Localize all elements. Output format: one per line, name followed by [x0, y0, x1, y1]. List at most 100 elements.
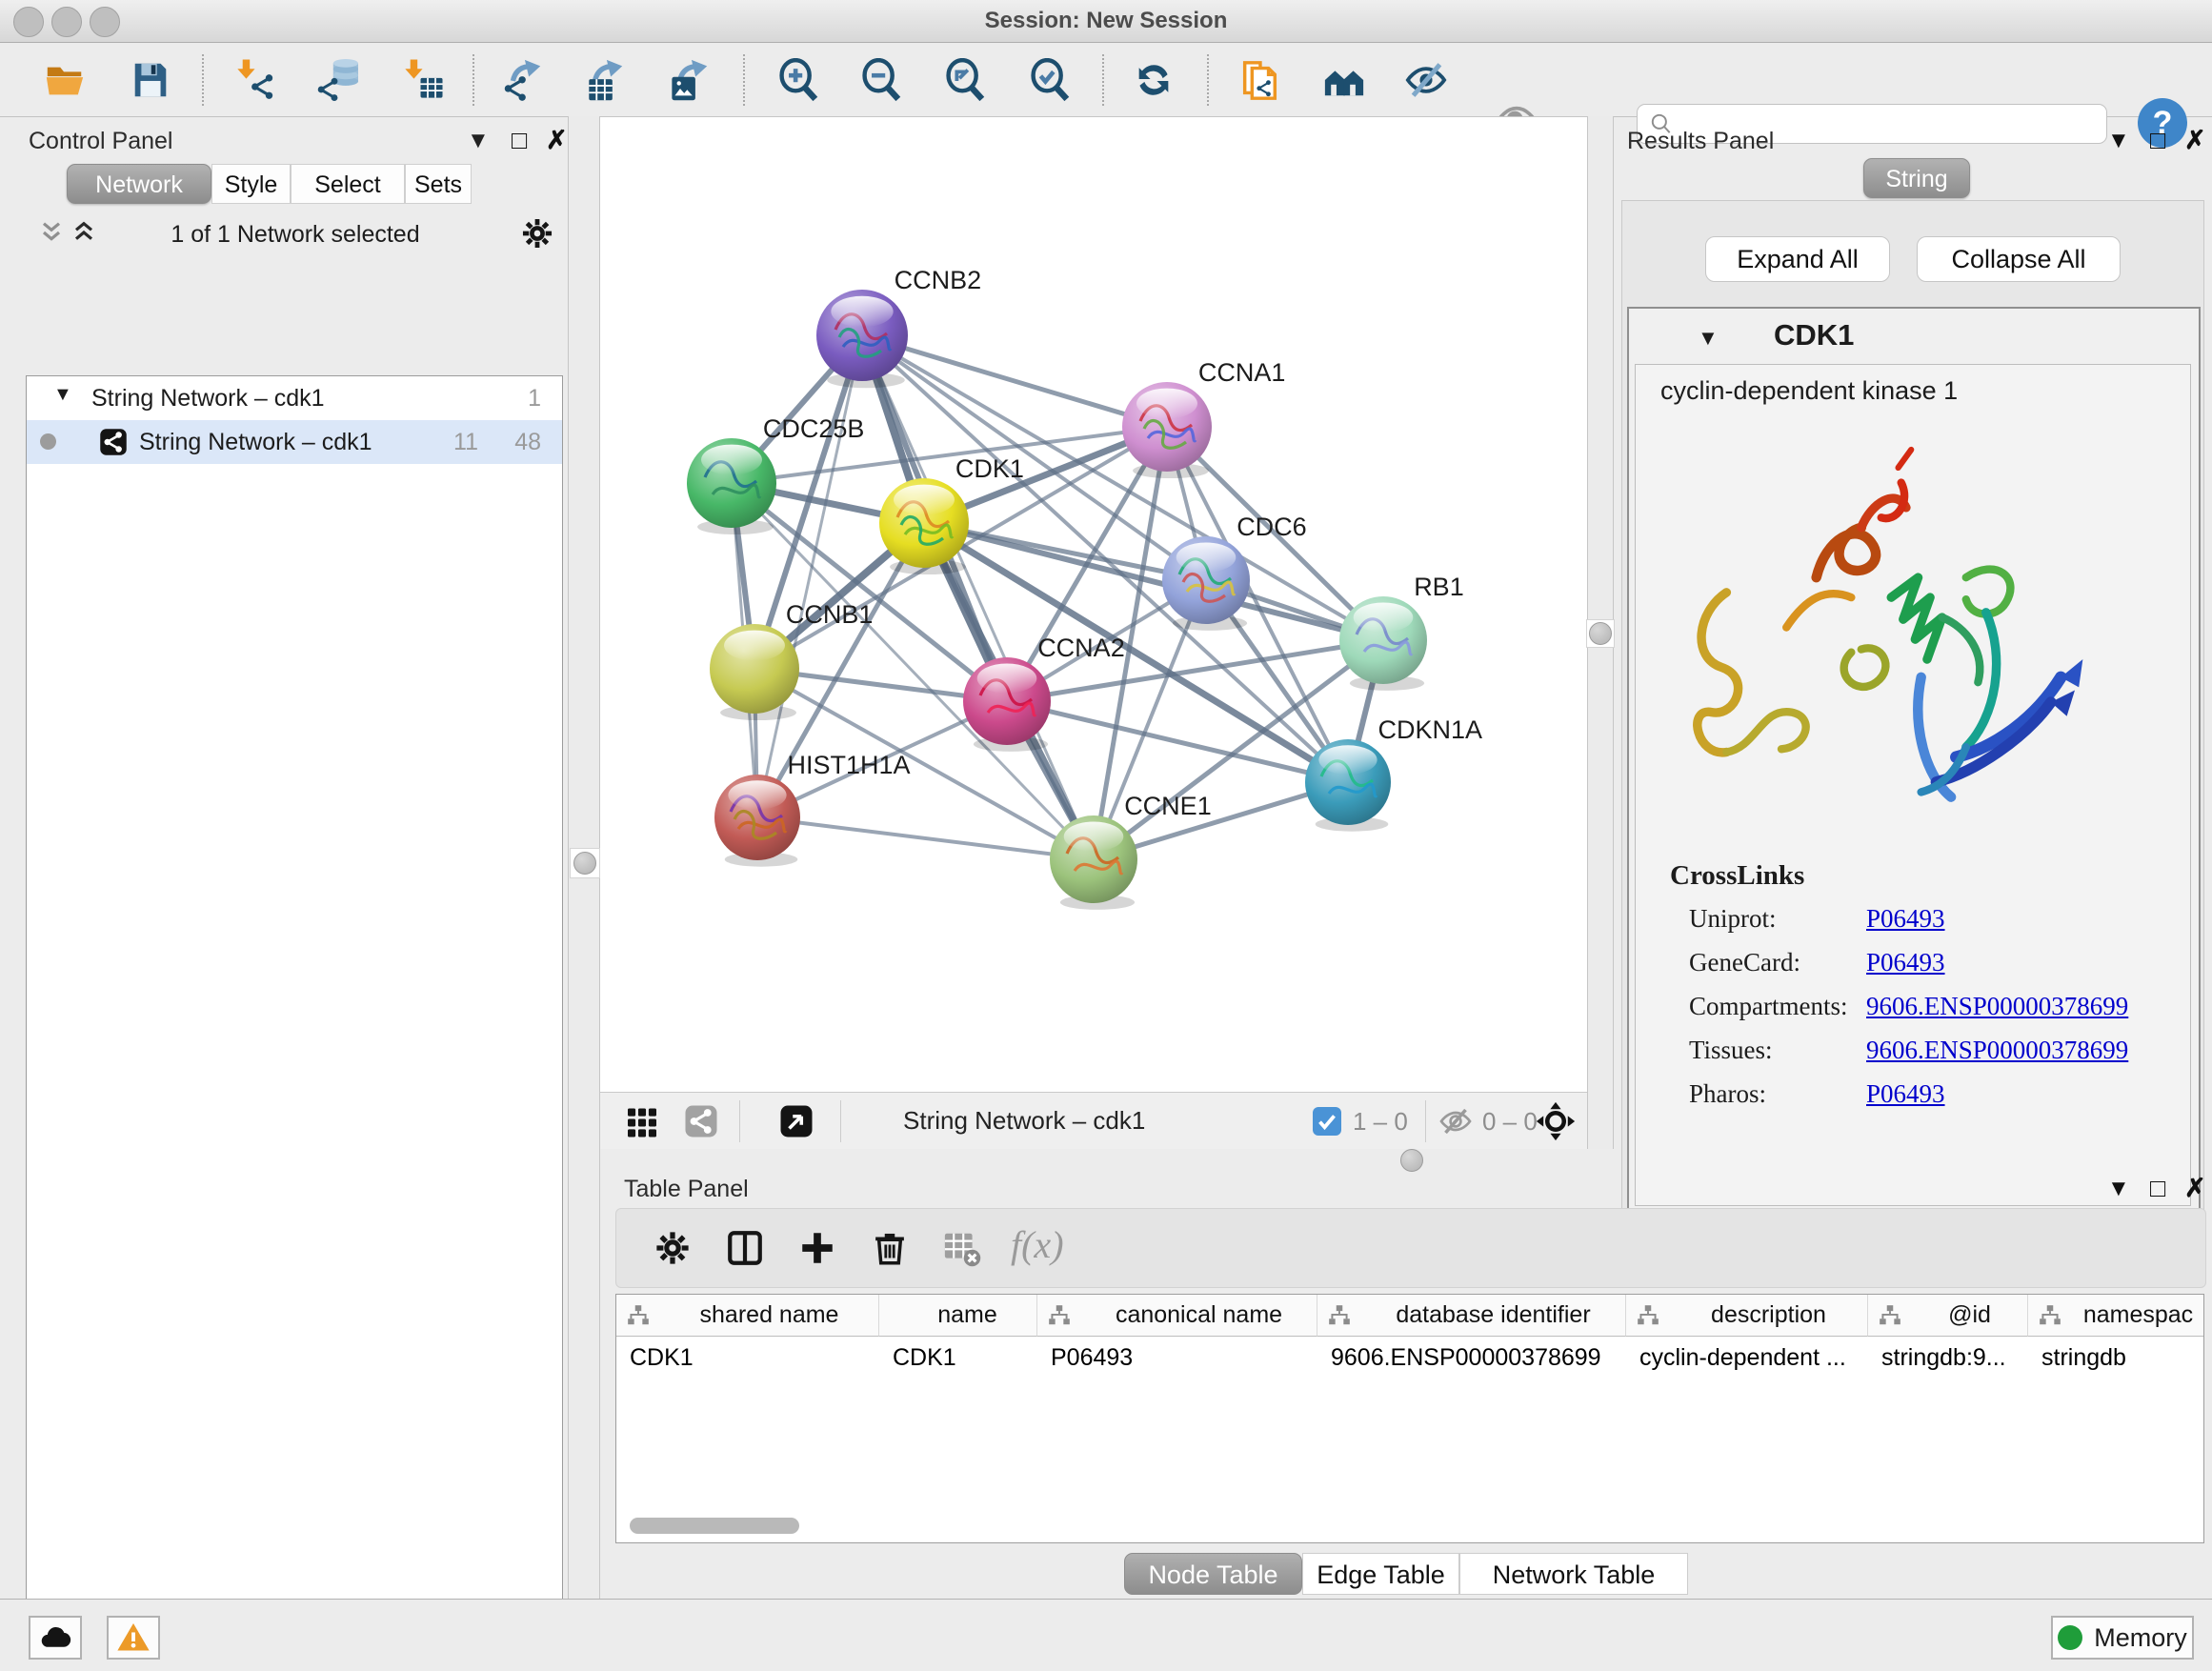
tab-network[interactable]: Network	[67, 164, 211, 204]
crosslink-link[interactable]: 9606.ENSP00000378699	[1866, 992, 2128, 1021]
tab-style[interactable]: Style	[211, 164, 291, 204]
right-splitter-handle[interactable]	[1589, 622, 1612, 645]
crosslink-link[interactable]: P06493	[1866, 948, 1945, 977]
copy-network-button[interactable]	[1236, 56, 1283, 104]
zoom-selected-icon	[1028, 58, 1072, 102]
close-panel-icon[interactable]: ✗	[546, 126, 568, 155]
close-panel-icon[interactable]: ✗	[2184, 126, 2206, 155]
tab-network-table[interactable]: Network Table	[1459, 1553, 1688, 1595]
network-canvas[interactable]: CCNB2CCNA1CDC25BCDK1CDC6RB1CCNB1CCNA2CDK…	[600, 116, 1587, 1093]
memory-button[interactable]: Memory	[2051, 1616, 2194, 1660]
export-network-button[interactable]	[499, 56, 547, 104]
table-cell[interactable]: CDK1	[893, 1344, 956, 1372]
crosslink-row: Pharos:P06493	[1689, 1079, 2165, 1109]
crosslink-link[interactable]: 9606.ENSP00000378699	[1866, 1036, 2128, 1065]
zoom-out-button[interactable]	[857, 56, 905, 104]
hide-selected-button[interactable]	[1402, 56, 1450, 104]
float-panel-icon[interactable]: ▼	[2107, 1176, 2130, 1202]
import-table-button[interactable]	[399, 56, 447, 104]
crosslink-link[interactable]: P06493	[1866, 904, 1945, 934]
tab-string[interactable]: String	[1863, 158, 1970, 198]
move-icon[interactable]	[1536, 1101, 1576, 1141]
gene-description: cyclin-dependent kinase 1	[1660, 376, 1958, 406]
open-session-button[interactable]	[41, 56, 89, 104]
crosslink-link[interactable]: P06493	[1866, 1079, 1945, 1109]
add-button[interactable]	[797, 1228, 837, 1268]
node-CCNE1[interactable]: CCNE1	[1050, 792, 1212, 910]
close-panel-icon[interactable]: ✗	[2184, 1174, 2206, 1203]
node-HIST1H1A[interactable]: HIST1H1A	[714, 751, 911, 867]
columns-button[interactable]	[725, 1228, 765, 1268]
node-CDKN1A[interactable]: CDKN1A	[1305, 715, 1482, 832]
table-cell[interactable]: cyclin-dependent ...	[1639, 1344, 1846, 1372]
edge-CCNB2-CCNA1	[862, 335, 1167, 427]
left-splitter-handle[interactable]	[573, 852, 596, 875]
horizontal-splitter-handle[interactable]	[1400, 1149, 1423, 1172]
chevron-double-up-icon[interactable]	[69, 217, 99, 252]
checkbox-checked-icon[interactable]	[1313, 1107, 1341, 1136]
zoom-fit-button[interactable]	[941, 56, 989, 104]
collapse-all-button[interactable]: Collapse All	[1917, 236, 2121, 282]
network-collection-row[interactable]: ▼ String Network – cdk1 1	[27, 376, 562, 420]
grid-view-icon[interactable]	[625, 1104, 659, 1138]
export-table-button[interactable]	[581, 56, 629, 104]
table-cell[interactable]: stringdb:9...	[1881, 1344, 2006, 1372]
edge-count: 48	[514, 429, 541, 456]
share-view-icon[interactable]	[684, 1104, 718, 1138]
delete-button[interactable]	[870, 1228, 910, 1268]
column-header-shared-name[interactable]: shared name	[616, 1295, 879, 1337]
zoom-in-button[interactable]	[774, 56, 822, 104]
cloud-button[interactable]	[29, 1616, 82, 1660]
float-panel-icon[interactable]: ▼	[467, 128, 490, 154]
tab-sets[interactable]: Sets	[405, 164, 472, 204]
toolbar-separator	[743, 54, 745, 106]
birdseye-view-icon[interactable]	[779, 1104, 814, 1138]
column-header-canonical-name[interactable]: canonical name	[1037, 1295, 1317, 1337]
save-session-button[interactable]	[127, 56, 174, 104]
import-network-button[interactable]	[231, 56, 279, 104]
import-network-database-button[interactable]	[314, 56, 362, 104]
fx-button[interactable]: f(x)	[1011, 1222, 1096, 1262]
table-cell[interactable]: P06493	[1051, 1344, 1133, 1372]
column-header-label: shared name	[700, 1301, 839, 1329]
horizontal-scrollbar-thumb[interactable]	[630, 1518, 799, 1534]
expand-all-button[interactable]: Expand All	[1705, 236, 1890, 282]
collapse-gene-icon[interactable]: ▼	[1698, 326, 1719, 351]
table-cell[interactable]: CDK1	[630, 1344, 694, 1372]
network-row-selected[interactable]: String Network – cdk1 11 48	[27, 420, 562, 464]
delete-table-button[interactable]	[942, 1228, 982, 1268]
tab-select[interactable]: Select	[291, 164, 405, 204]
export-network-icon	[501, 58, 545, 102]
chevron-double-down-icon[interactable]	[36, 217, 67, 252]
left-splitter[interactable]	[568, 116, 600, 1599]
float-panel-icon[interactable]: ▼	[2107, 128, 2130, 154]
maximize-panel-icon[interactable]: □	[2150, 126, 2165, 155]
hidden-eye-icon[interactable]	[1438, 1104, 1473, 1138]
column-header-namespac[interactable]: namespac	[2028, 1295, 2204, 1337]
table-cell[interactable]: 9606.ENSP00000378699	[1331, 1344, 1601, 1372]
node-RB1[interactable]: RB1	[1339, 573, 1464, 691]
triangle-down-icon[interactable]: ▼	[53, 384, 72, 406]
show-all-networks-button[interactable]	[1320, 56, 1368, 104]
right-splitter[interactable]	[1587, 116, 1614, 1149]
warning-button[interactable]	[107, 1616, 160, 1660]
gear-icon[interactable]	[519, 215, 555, 256]
column-header-@id[interactable]: @id	[1868, 1295, 2028, 1337]
network-selected-status: 1 of 1 Network selected	[114, 221, 476, 249]
node-CDK1[interactable]: CDK1	[879, 454, 1024, 574]
maximize-panel-icon[interactable]: □	[512, 126, 527, 155]
maximize-panel-icon[interactable]: □	[2150, 1174, 2165, 1203]
column-header-database-identifier[interactable]: database identifier	[1317, 1295, 1626, 1337]
column-header-description[interactable]: description	[1626, 1295, 1868, 1337]
refresh-button[interactable]	[1130, 56, 1177, 104]
collection-count: 1	[528, 385, 541, 413]
tab-node-table[interactable]: Node Table	[1124, 1553, 1302, 1595]
node-label-CDC25B: CDC25B	[763, 414, 865, 443]
zoom-selected-button[interactable]	[1026, 56, 1074, 104]
export-image-button[interactable]	[666, 56, 714, 104]
tab-edge-table[interactable]: Edge Table	[1302, 1553, 1459, 1595]
table-cell[interactable]: stringdb	[2041, 1344, 2126, 1372]
gear-button[interactable]	[653, 1228, 693, 1268]
import-network-icon	[233, 58, 277, 102]
column-header-name[interactable]: name	[879, 1295, 1037, 1337]
